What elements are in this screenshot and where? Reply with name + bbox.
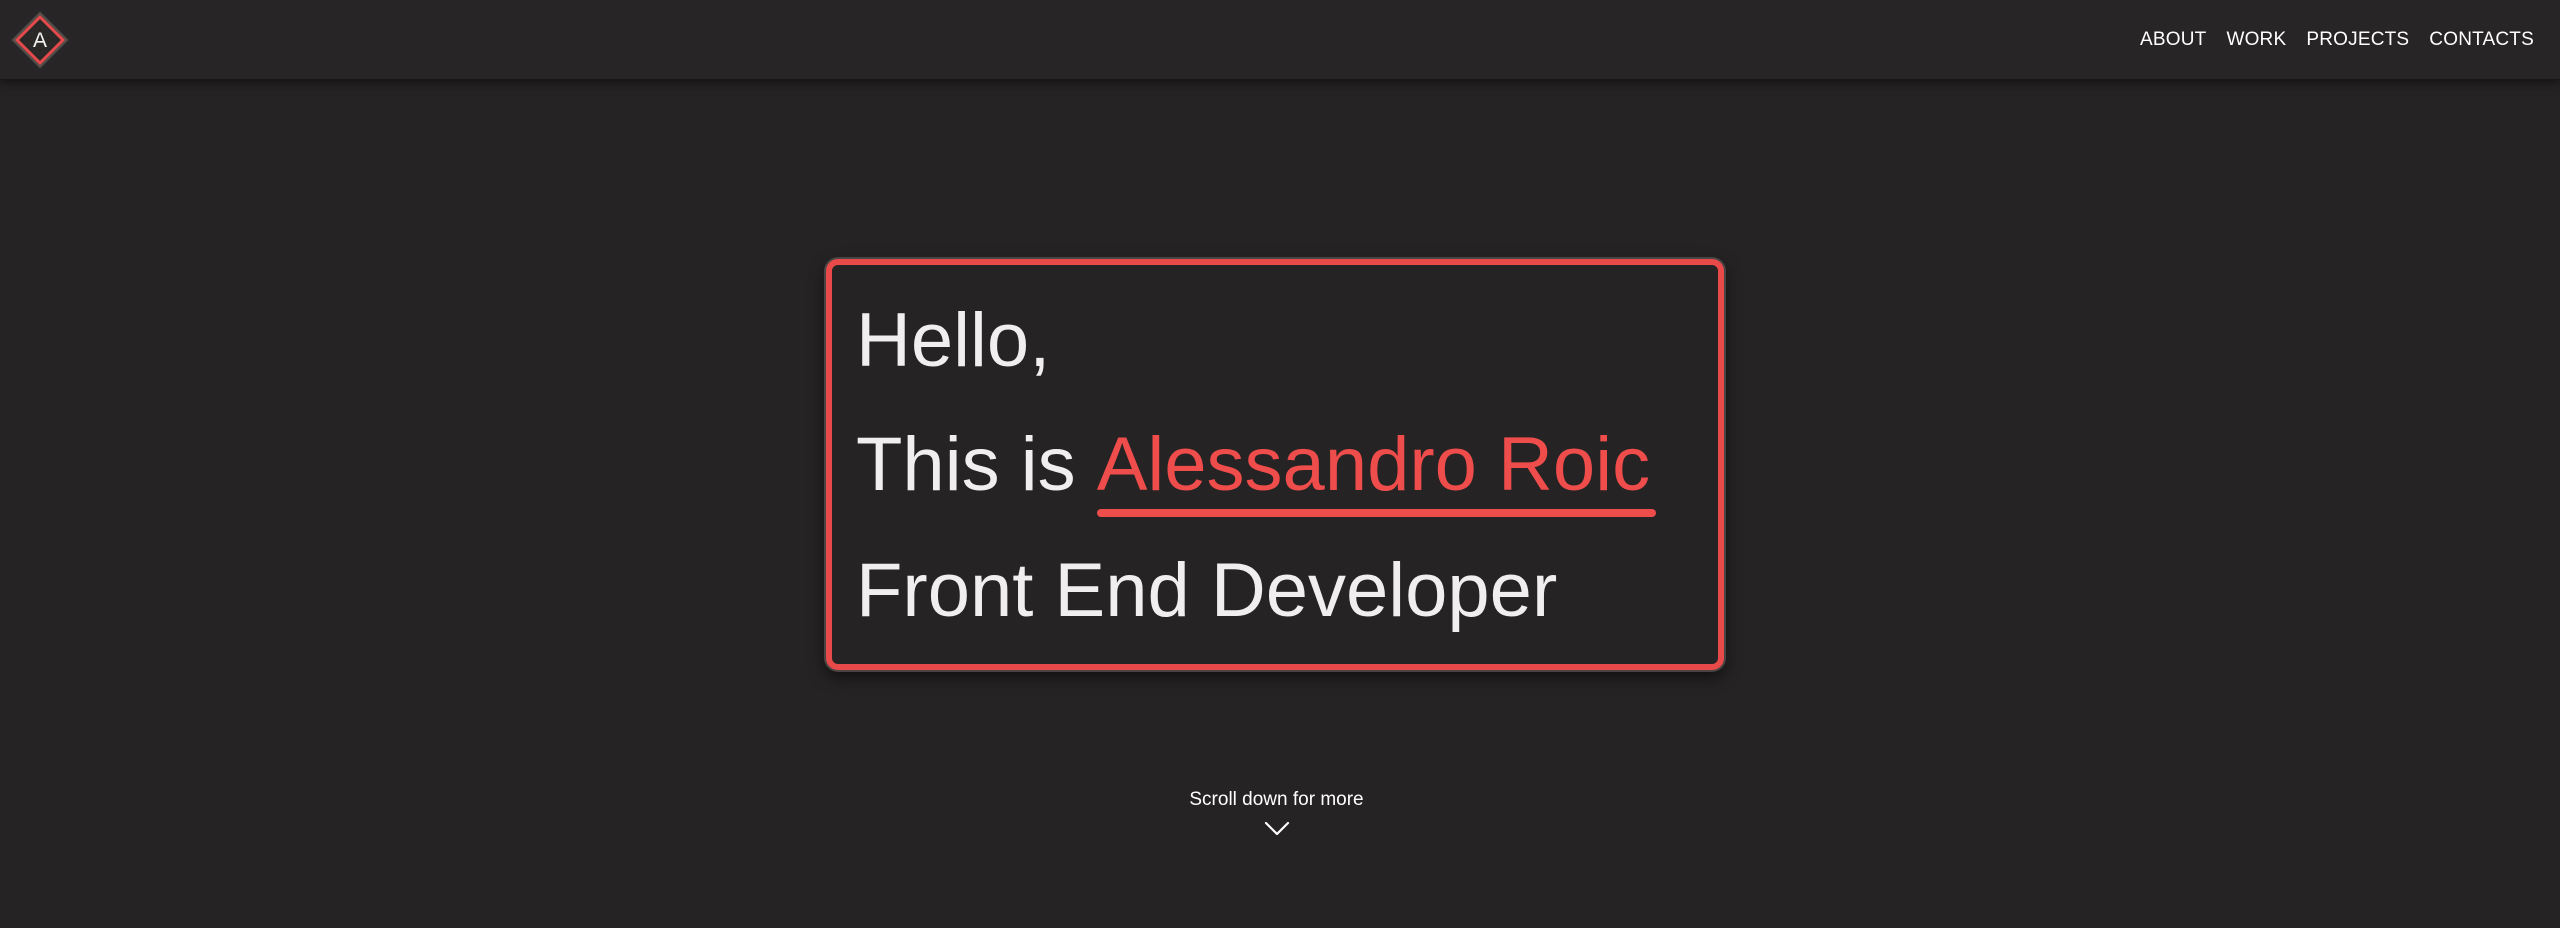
hero-name-text: Alessandro Roic xyxy=(1096,422,1651,507)
name-underline xyxy=(1096,509,1657,517)
scroll-hint-text: Scroll down for more xyxy=(1189,789,1364,810)
hero-role: Front End Developer xyxy=(856,548,1558,633)
nav-menu: ABOUT WORK PROJECTS CONTACTS xyxy=(2140,0,2534,79)
nav-link-work[interactable]: WORK xyxy=(2226,29,2286,51)
hero-card: Hello, This is Alessandro Roic Front End… xyxy=(826,259,1724,670)
hero-intro-prefix: This is xyxy=(856,422,1097,507)
nav-link-contacts[interactable]: CONTACTS xyxy=(2429,29,2534,51)
hero-intro: This is Alessandro Roic xyxy=(856,427,1657,517)
logo-letter: A xyxy=(33,29,47,52)
chevron-down-icon[interactable] xyxy=(1262,818,1292,838)
logo[interactable]: A xyxy=(10,10,70,70)
hero-greeting: Hello, xyxy=(856,298,1051,383)
nav-link-about[interactable]: ABOUT xyxy=(2140,29,2206,51)
hero-name: Alessandro Roic xyxy=(1096,427,1657,517)
nav-link-projects[interactable]: PROJECTS xyxy=(2306,29,2409,51)
navbar: A ABOUT WORK PROJECTS CONTACTS xyxy=(0,0,2560,79)
